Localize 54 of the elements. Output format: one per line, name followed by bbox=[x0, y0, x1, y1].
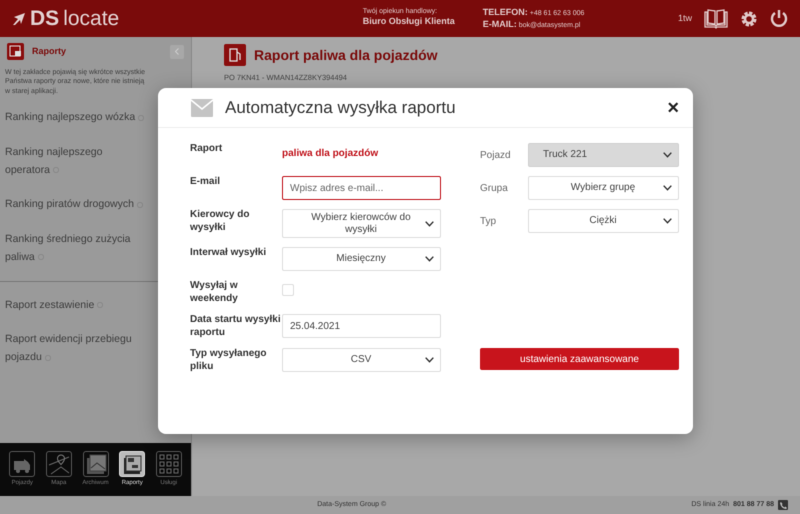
reports-icon bbox=[7, 43, 24, 60]
date-field[interactable]: 25.04.2021 bbox=[282, 314, 441, 338]
power-icon[interactable] bbox=[770, 9, 788, 28]
sidebar-title: Raporty bbox=[32, 44, 66, 58]
report-link[interactable]: Ranking najlepszego wózka bbox=[0, 100, 150, 135]
advanced-settings-button[interactable]: ustawienia zaawansowane bbox=[480, 348, 679, 370]
report-name: paliwa dla pojazdów bbox=[282, 147, 380, 161]
select-field: Truck 221 bbox=[528, 143, 679, 167]
fuel-pump-icon bbox=[224, 44, 246, 66]
field-label: Interwał wysyłki bbox=[190, 247, 268, 260]
select-field[interactable]: Wybierz kierowców do wysyłki bbox=[282, 209, 441, 238]
chevron-down-icon bbox=[663, 152, 672, 158]
chevron-down-icon bbox=[425, 256, 434, 262]
report-link[interactable]: Ranking średniego zużycia paliwa bbox=[0, 222, 150, 275]
select-field[interactable]: Miesięczny bbox=[282, 247, 441, 271]
close-button[interactable]: × bbox=[667, 98, 679, 118]
select-field[interactable]: CSV bbox=[282, 348, 441, 372]
email-field[interactable]: Wpisz adres e-mail... bbox=[282, 176, 441, 200]
logo-text: locate bbox=[63, 6, 120, 30]
settings-icon[interactable] bbox=[740, 10, 758, 28]
phone-icon bbox=[778, 500, 788, 510]
chevron-left-icon bbox=[175, 48, 179, 55]
modal-title: Automatyczna wysyłka raportu bbox=[225, 96, 457, 119]
field-label: Raport bbox=[190, 143, 224, 156]
contact-name: Biuro Obsługi Klienta bbox=[362, 16, 455, 26]
grid-icon bbox=[158, 453, 180, 475]
user-name: 1tw bbox=[678, 12, 692, 25]
field-label: Data startu wysyłki raportu bbox=[190, 314, 282, 339]
logo-text: DS bbox=[30, 6, 60, 30]
field-label: Typ bbox=[480, 215, 498, 229]
checkbox[interactable] bbox=[282, 284, 294, 296]
chevron-down-icon bbox=[425, 220, 434, 226]
report-link[interactable]: Raport zestawienie bbox=[0, 288, 150, 322]
arrow-icon bbox=[12, 12, 26, 26]
chevron-down-icon bbox=[663, 185, 672, 191]
field-label: Kierowcy do wysyłki bbox=[190, 209, 250, 234]
book-icon[interactable] bbox=[704, 8, 728, 28]
field-label: Wysyłaj w weekendy bbox=[190, 280, 239, 305]
field-label: E-mail bbox=[190, 176, 222, 188]
select-field[interactable]: Ciężki bbox=[528, 209, 679, 233]
page-title: Raport paliwa dla pojazdów bbox=[254, 46, 438, 65]
field-label: Grupa bbox=[480, 182, 509, 196]
report-link[interactable]: Ranking piratów drogowych bbox=[0, 187, 150, 222]
report-box-icon bbox=[121, 453, 144, 475]
field-label: Pojazd bbox=[480, 149, 512, 163]
envelope-icon bbox=[191, 98, 213, 116]
field-label: Typ wysyłanego pliku bbox=[190, 348, 268, 373]
report-link[interactable]: Ranking najlepszego operatora bbox=[0, 134, 150, 188]
chevron-down-icon bbox=[663, 218, 672, 224]
photo-stack-icon bbox=[84, 453, 106, 475]
map-icon bbox=[48, 453, 70, 475]
chevron-down-icon bbox=[425, 357, 434, 363]
select-field[interactable]: Wybierz grupę bbox=[528, 176, 679, 200]
report-link[interactable]: Raport ewidencji przebiegu pojazdu bbox=[0, 322, 150, 375]
